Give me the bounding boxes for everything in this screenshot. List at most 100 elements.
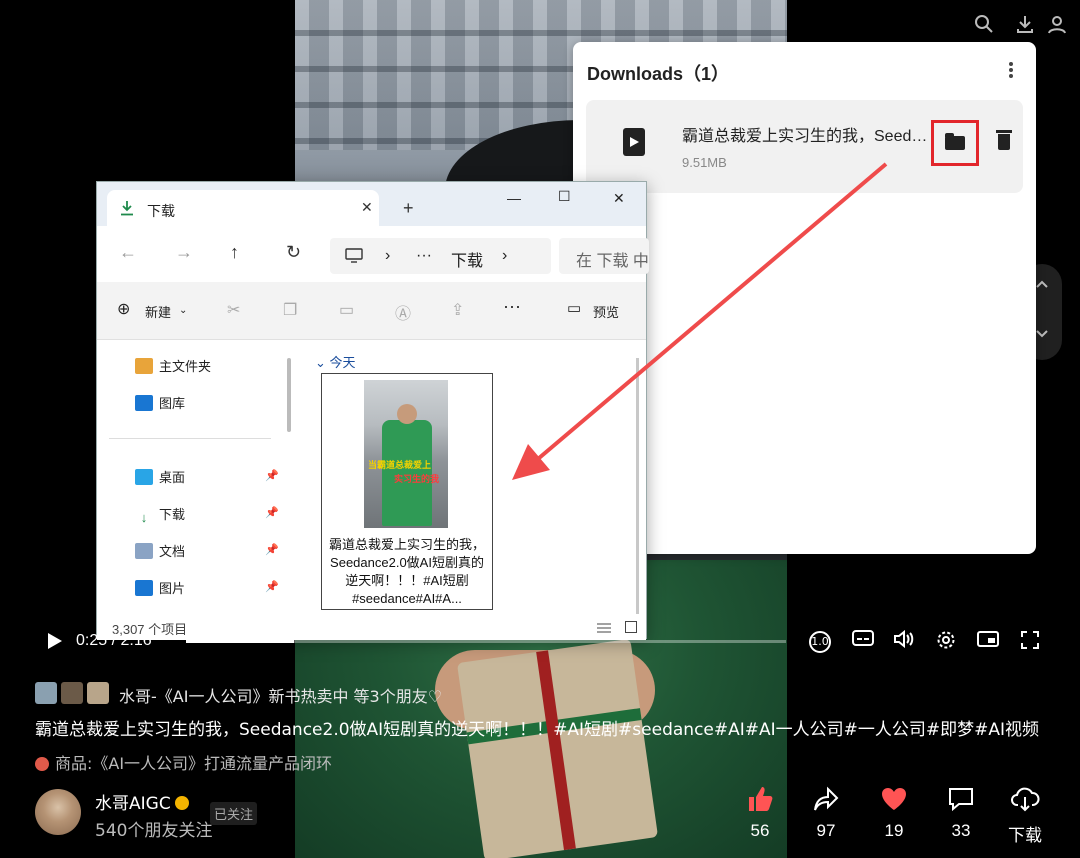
sidebar-scrollbar[interactable]	[287, 358, 291, 432]
search-box[interactable]: 在 下载 中	[559, 238, 649, 274]
computer-icon	[345, 248, 363, 263]
video-description[interactable]: 霸道总裁爱上实习生的我，Seedance2.0做AI短剧真的逆天啊！！！#AI短…	[35, 715, 1039, 740]
settings-gear-icon[interactable]	[934, 630, 958, 654]
paste-icon[interactable]: ▭	[339, 300, 354, 320]
search-icon[interactable]	[973, 14, 995, 36]
close-tab-icon[interactable]: ✕	[361, 199, 373, 216]
product-icon	[35, 757, 49, 771]
gallery-icon	[135, 395, 153, 411]
tiles-view-icon[interactable]	[625, 621, 637, 633]
address-separator-end: ›	[502, 247, 508, 264]
heart-icon	[869, 785, 919, 815]
download-file-name: 霸道总裁爱上实习生的我，Seedance2.0做AI短剧真的逆天啊！！！#AI短…	[682, 128, 928, 145]
preview-button[interactable]: 预览	[593, 302, 619, 321]
volume-icon[interactable]	[892, 629, 916, 654]
download-top-icon[interactable]	[1014, 14, 1036, 36]
command-bar: ⊕ 新建 ⌄ ✂ ❐ ▭ Ⓐ ⇪ ··· ▭ 预览	[97, 282, 646, 340]
friend-avatar	[35, 682, 57, 704]
friend-avatar	[87, 682, 109, 704]
pin-icon[interactable]: 📌	[265, 543, 279, 556]
pin-icon[interactable]: 📌	[265, 580, 279, 593]
address-ellipsis[interactable]: ···	[416, 247, 432, 265]
screen: Downloads（1） 霸道总裁爱上实习生的我，Seedance2.0做AI短…	[0, 0, 1080, 858]
followed-badge[interactable]: 已关注	[210, 802, 258, 825]
like-button[interactable]: 56	[735, 785, 785, 841]
sidebar-item-pictures[interactable]: 图片	[135, 578, 185, 600]
cut-icon[interactable]: ✂	[227, 300, 240, 320]
author-name[interactable]: 水哥AIGC	[95, 789, 189, 814]
fullscreen-icon[interactable]	[1018, 630, 1042, 654]
comment-button[interactable]: 33	[936, 785, 986, 841]
forward-icon[interactable]: →	[175, 242, 193, 263]
new-dropdown-icon[interactable]: ⌄	[179, 305, 187, 316]
rename-icon[interactable]: Ⓐ	[395, 300, 411, 324]
author-avatar[interactable]	[35, 789, 81, 835]
progress-bar[interactable]	[186, 640, 786, 643]
back-icon[interactable]: ←	[119, 242, 137, 263]
desktop-icon	[135, 469, 153, 485]
more-options-icon[interactable]: ···	[503, 296, 521, 317]
maximize-icon[interactable]: ☐	[558, 188, 571, 205]
refresh-icon[interactable]: ↻	[286, 242, 301, 263]
thumbnail-overlay-text: 当霸道总裁爱上	[368, 460, 432, 470]
play-icon[interactable]	[48, 633, 62, 649]
pin-icon[interactable]: 📌	[265, 506, 279, 519]
new-tab-icon[interactable]: +	[403, 198, 414, 219]
downloads-title: Downloads（1）	[587, 64, 730, 84]
download-folder-icon	[121, 201, 133, 216]
sidebar-item-desktop[interactable]: 桌面	[135, 467, 185, 489]
picture-in-picture-icon[interactable]	[976, 630, 1000, 654]
download-label: 下载	[1008, 826, 1042, 845]
close-window-icon[interactable]: ✕	[613, 190, 625, 207]
status-bar: 3,307 个项目	[97, 616, 646, 640]
sidebar-item-downloads[interactable]: ↓ 下载	[135, 504, 185, 526]
new-button[interactable]: 新建	[145, 302, 171, 321]
address-bar[interactable]: › ··· 下载 ›	[330, 238, 551, 274]
trash-icon[interactable]	[996, 130, 1012, 150]
address-separator: ›	[385, 247, 391, 264]
followers-text: 540个朋友关注	[95, 821, 213, 841]
thumb-up-icon	[735, 785, 785, 815]
home-icon	[135, 358, 153, 374]
download-icon	[1000, 785, 1050, 815]
share-button[interactable]: 97	[801, 785, 851, 841]
file-list: ⌄ 今天 当霸道总裁爱上 实习生的我 霸道总裁爱上实习生的我，Seedance2…	[297, 340, 646, 616]
copy-icon[interactable]: ❐	[283, 300, 297, 320]
address-folder[interactable]: 下载	[451, 247, 483, 271]
comment-icon	[936, 785, 986, 815]
more-menu-icon[interactable]	[1006, 60, 1016, 80]
product-link[interactable]: 商品:《AI一人公司》打通流量产品闭环	[35, 750, 332, 774]
file-list-scrollbar[interactable]	[636, 358, 639, 614]
open-folder-button[interactable]	[931, 120, 979, 166]
share-file-icon[interactable]: ⇪	[451, 300, 464, 320]
video-gift-box	[456, 638, 659, 858]
group-header[interactable]: ⌄ 今天	[315, 352, 356, 371]
video-file-thumbnail[interactable]: 当霸道总裁爱上 实习生的我 霸道总裁爱上实习生的我，Seedance2.0做AI…	[321, 373, 493, 610]
sidebar-item-home[interactable]: 主文件夹	[135, 356, 211, 378]
thumbnail-image: 当霸道总裁爱上 实习生的我	[364, 380, 448, 528]
download-button[interactable]: 下载	[1000, 785, 1050, 846]
preview-pane-icon[interactable]: ▭	[567, 299, 581, 317]
up-icon[interactable]: ↑	[230, 242, 239, 263]
favorite-button[interactable]: 19	[869, 785, 919, 841]
download-item[interactable]: 霸道总裁爱上实习生的我，Seedance2.0做AI短剧真的逆天啊！！！#AI短…	[586, 100, 1023, 193]
like-count: 56	[750, 821, 770, 840]
explorer-tab-label: 下载	[147, 203, 175, 219]
playback-speed-icon[interactable]: 1.0	[809, 631, 831, 653]
share-count: 97	[816, 821, 836, 840]
sidebar-item-gallery[interactable]: 图库	[135, 393, 185, 415]
explorer-tab-bar: 下载 ✕ + — ☐ ✕	[97, 182, 646, 226]
thumbnail-caption: 霸道总裁爱上实习生的我，Seedance2.0做AI短剧真的逆天啊！！！#AI短…	[328, 537, 485, 606]
new-plus-icon[interactable]: ⊕	[117, 299, 130, 319]
minimize-icon[interactable]: —	[507, 190, 521, 206]
sidebar-item-documents[interactable]: 文档	[135, 541, 185, 563]
explorer-tab[interactable]: 下载 ✕	[107, 190, 379, 226]
playback-time: 0:25 / 2:16	[76, 632, 152, 649]
subtitle-icon[interactable]	[851, 630, 875, 654]
favorite-count: 19	[884, 821, 904, 840]
details-view-icon[interactable]	[597, 622, 611, 634]
folder-icon	[945, 133, 965, 150]
user-icon[interactable]	[1046, 14, 1068, 36]
documents-icon	[135, 543, 153, 559]
pin-icon[interactable]: 📌	[265, 469, 279, 482]
